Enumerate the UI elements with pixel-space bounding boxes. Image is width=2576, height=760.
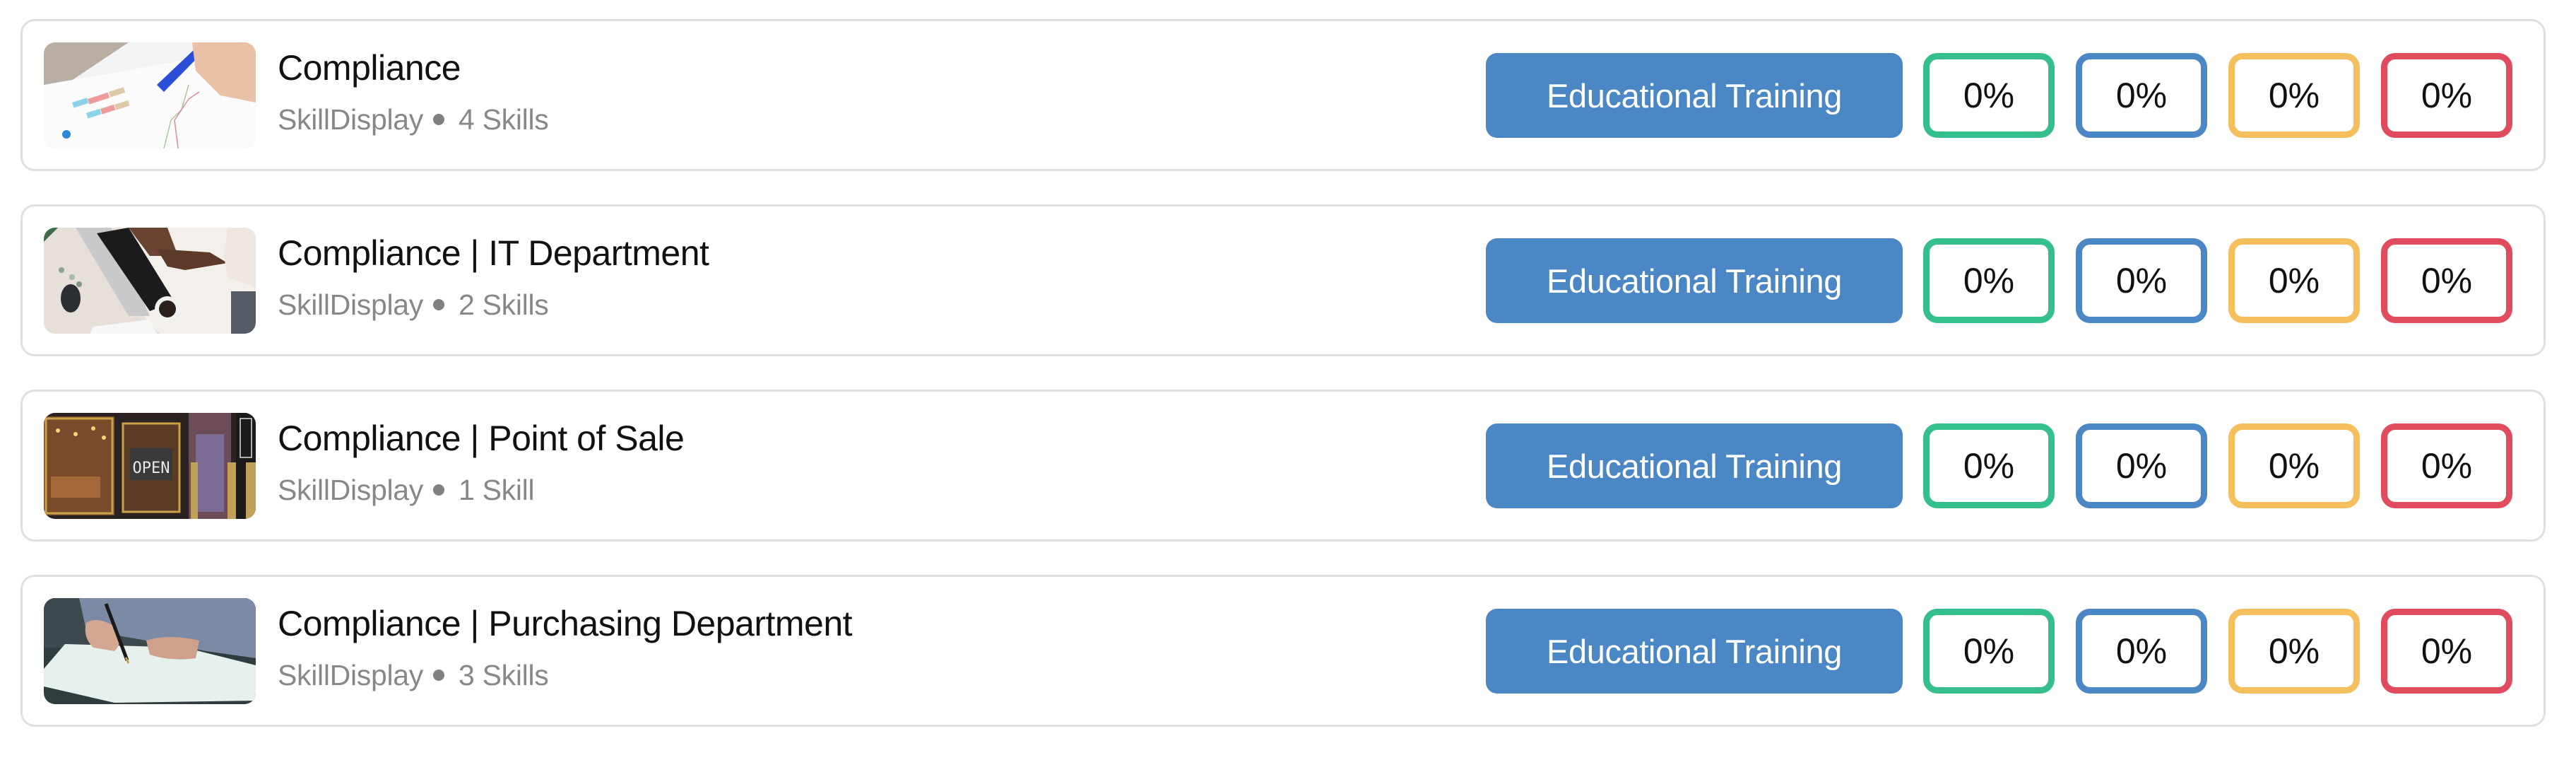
course-info: Compliance | Point of Sale SkillDisplay … [278,417,685,508]
provider-name: SkillDisplay [278,659,424,691]
progress-badge-yellow: 0% [2228,609,2360,694]
course-list: Compliance SkillDisplay 4 Skills Educati… [20,19,2546,760]
skill-count: 4 Skills [459,103,549,136]
course-meta: SkillDisplay 2 Skills [278,287,709,322]
provider-name: SkillDisplay [278,103,424,136]
course-card[interactable]: Compliance | IT Department SkillDisplay … [20,204,2546,356]
progress-badge-green: 0% [1923,423,2055,508]
skill-count: 2 Skills [459,288,549,321]
educational-training-button[interactable]: Educational Training [1486,609,1903,694]
progress-badge-blue: 0% [2076,609,2207,694]
course-card[interactable]: Compliance | Purchasing Department Skill… [20,575,2546,727]
educational-training-button[interactable]: Educational Training [1486,53,1903,138]
course-thumbnail [44,598,256,704]
educational-training-button[interactable]: Educational Training [1486,238,1903,323]
course-actions: Educational Training 0% 0% 0% 0% [1486,238,2512,323]
chart-analysis-photo-icon [44,42,256,148]
progress-badge-red: 0% [2381,53,2512,138]
course-card[interactable]: Compliance SkillDisplay 4 Skills Educati… [20,19,2546,171]
signing-document-photo-icon [44,598,256,704]
educational-training-button[interactable]: Educational Training [1486,423,1903,508]
course-thumbnail [44,228,256,334]
course-thumbnail: OPEN [44,413,256,519]
progress-badge-red: 0% [2381,423,2512,508]
course-meta: SkillDisplay 4 Skills [278,102,549,137]
shop-open-sign-photo-icon: OPEN [44,413,256,519]
progress-badge-yellow: 0% [2228,423,2360,508]
progress-badge-blue: 0% [2076,238,2207,323]
progress-badge-red: 0% [2381,238,2512,323]
svg-text:OPEN: OPEN [133,460,170,477]
progress-badge-blue: 0% [2076,423,2207,508]
progress-badge-blue: 0% [2076,53,2207,138]
course-thumbnail [44,42,256,148]
course-actions: Educational Training 0% 0% 0% 0% [1486,53,2512,138]
bullet-separator-icon [433,299,445,310]
progress-badge-green: 0% [1923,53,2055,138]
progress-badge-green: 0% [1923,238,2055,323]
progress-badge-yellow: 0% [2228,238,2360,323]
provider-name: SkillDisplay [278,474,424,506]
course-info: Compliance | IT Department SkillDisplay … [278,232,709,322]
skill-count: 3 Skills [459,659,549,691]
course-title[interactable]: Compliance | Purchasing Department [278,602,853,645]
bullet-separator-icon [433,484,445,496]
course-title[interactable]: Compliance | Point of Sale [278,417,685,460]
course-card[interactable]: OPEN Compliance | Point of Sale SkillDis… [20,390,2546,542]
course-title[interactable]: Compliance [278,47,548,89]
course-actions: Educational Training 0% 0% 0% 0% [1486,609,2512,694]
skill-count: 1 Skill [459,474,535,506]
course-info: Compliance | Purchasing Department Skill… [278,602,853,693]
provider-name: SkillDisplay [278,288,424,321]
bullet-separator-icon [433,670,445,681]
laptop-typing-photo-icon [44,228,256,334]
course-info: Compliance SkillDisplay 4 Skills [278,47,549,137]
progress-badge-green: 0% [1923,609,2055,694]
progress-badge-red: 0% [2381,609,2512,694]
course-title[interactable]: Compliance | IT Department [278,232,709,274]
progress-badge-yellow: 0% [2228,53,2360,138]
course-actions: Educational Training 0% 0% 0% 0% [1486,423,2512,508]
bullet-separator-icon [433,114,445,125]
course-meta: SkillDisplay 1 Skill [278,472,684,508]
course-meta: SkillDisplay 3 Skills [278,657,852,693]
